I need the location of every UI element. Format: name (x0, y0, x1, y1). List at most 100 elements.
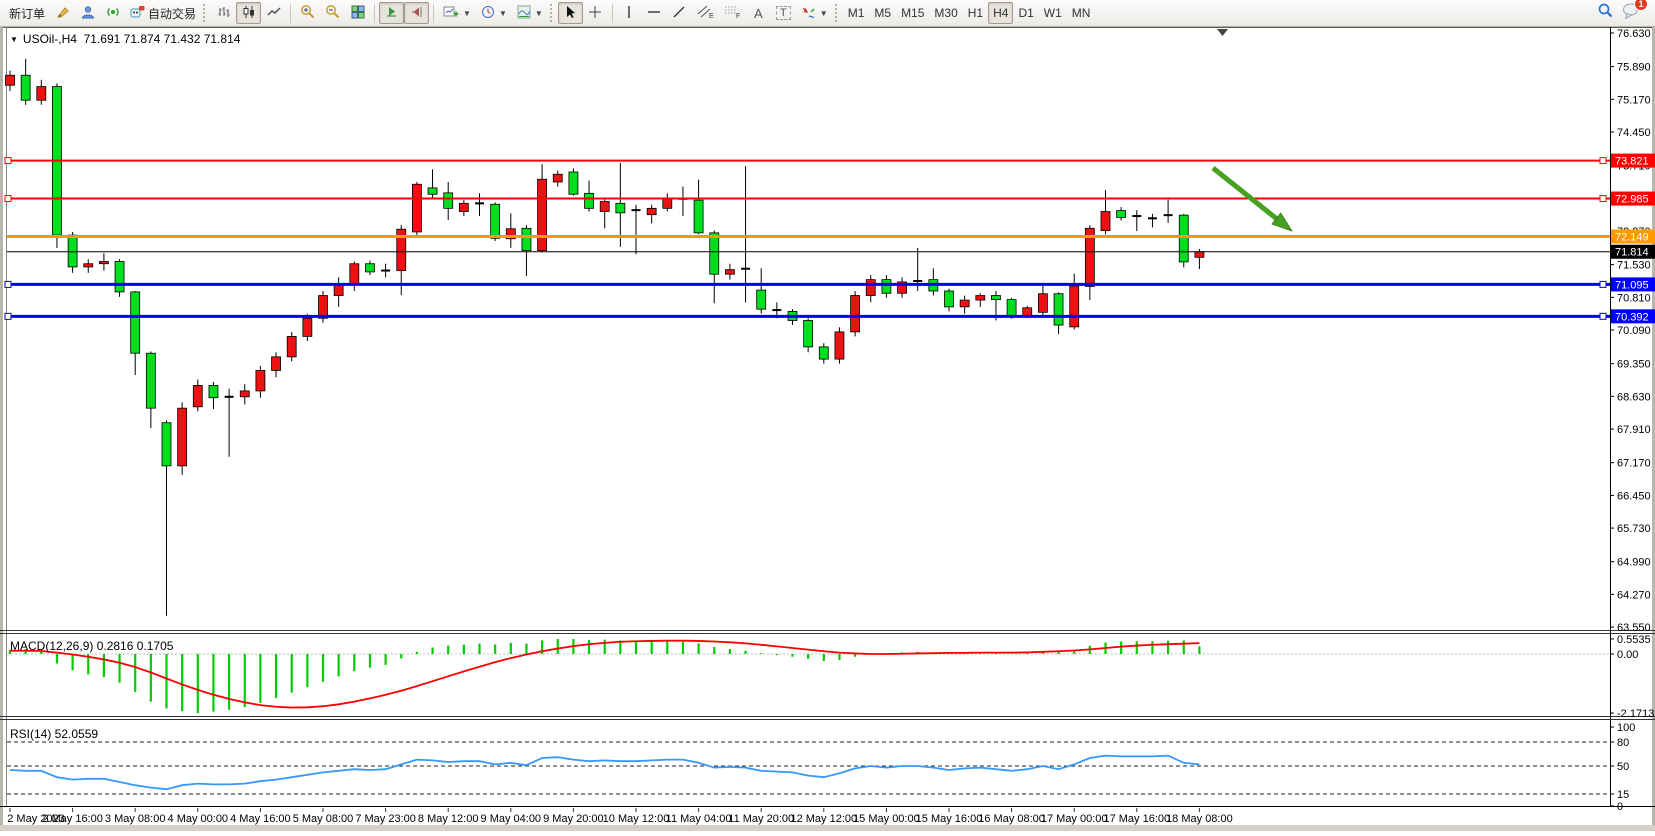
auto-scroll-icon (385, 5, 399, 22)
price-tick-label: 71.530 (1617, 260, 1651, 272)
macd-axis-label: 0.00 (1617, 649, 1638, 661)
line-handle[interactable] (1600, 158, 1606, 164)
price-tag-label: 71.095 (1615, 279, 1649, 291)
auto-scroll-button[interactable] (379, 2, 404, 24)
line-handle[interactable] (1600, 196, 1606, 202)
vertical-line-button[interactable] (617, 2, 642, 24)
search-icon[interactable] (1597, 2, 1614, 24)
price-tick-label: 63.550 (1617, 622, 1651, 634)
profile-button[interactable] (75, 2, 100, 24)
pencil-icon (56, 5, 70, 22)
chart-area: 76.63075.89075.17074.45073.71072.99072.2… (0, 27, 1655, 831)
date-label: 15 May 16:00 (916, 813, 983, 825)
crosshair-icon (588, 5, 602, 22)
toolbar-separator (374, 4, 375, 23)
toolbar-separator (433, 4, 434, 23)
candle-body (1101, 212, 1110, 231)
candle-body (1179, 215, 1188, 262)
crosshair-button[interactable] (583, 2, 608, 24)
candle-body (960, 300, 969, 307)
date-label: 4 May 00:00 (168, 813, 229, 825)
fibonacci-icon: F (724, 4, 741, 22)
signals-icon (106, 5, 120, 22)
toolbar-grip (550, 4, 554, 22)
arrows-icon (801, 5, 816, 22)
timeframe-M1[interactable]: M1 (843, 2, 870, 24)
annotation-arrow-shaft[interactable] (1213, 168, 1281, 222)
toolbar-grip (203, 4, 207, 22)
timeframe-M30[interactable]: M30 (929, 2, 962, 24)
line-handle[interactable] (5, 196, 11, 202)
price-tick-label: 66.450 (1617, 490, 1651, 502)
price-tag-label: 70.392 (1615, 311, 1649, 323)
date-label: 9 May 20:00 (543, 813, 604, 825)
trendline-button[interactable] (667, 2, 692, 24)
macd-axis-label: -2.1713 (1617, 708, 1654, 720)
fibonacci-button[interactable]: F (719, 2, 746, 24)
text-tool-icon: A (754, 6, 763, 21)
price-tick-label: 75.890 (1617, 62, 1651, 74)
candle-body (600, 202, 609, 212)
cursor-button[interactable] (558, 2, 583, 24)
vertical-line-icon (624, 5, 634, 22)
date-label: 10 May 12:00 (603, 813, 670, 825)
new-chart-button[interactable]: ▼ (438, 2, 476, 24)
candle-body (178, 408, 187, 466)
candle-doji (741, 268, 750, 270)
chevron-down-icon: ▼ (463, 9, 471, 18)
timeframe-M5[interactable]: M5 (869, 2, 896, 24)
tile-windows-icon (351, 5, 365, 22)
rsi-axis-label: 80 (1617, 737, 1629, 749)
autotrading-button[interactable]: 自动交易 (125, 2, 201, 24)
horizontal-line-button[interactable] (642, 2, 667, 24)
bar-chart-icon (217, 5, 231, 22)
chart-shift-button[interactable] (404, 2, 429, 24)
candle-body (209, 385, 218, 397)
candle-body (991, 296, 1000, 300)
zoom-in-button[interactable] (295, 2, 320, 24)
candlestick-chart-button[interactable] (236, 2, 261, 24)
date-label: 15 May 00:00 (853, 813, 920, 825)
timeframe-H4[interactable]: H4 (988, 2, 1013, 24)
text-label-button[interactable]: T (771, 2, 796, 24)
arrows-button[interactable]: ▼ (796, 2, 833, 24)
date-label: 16 May 08:00 (978, 813, 1045, 825)
candle-body (663, 199, 672, 209)
timeframe-M15[interactable]: M15 (896, 2, 929, 24)
equidistant-channel-button[interactable]: E (692, 2, 719, 24)
line-handle[interactable] (1600, 313, 1606, 319)
notifications-button[interactable]: 1 (1622, 2, 1641, 24)
signals-button[interactable] (100, 2, 125, 24)
price-tick-label: 70.090 (1617, 325, 1651, 337)
line-handle[interactable] (5, 281, 11, 287)
new-order-button[interactable]: 新订单 (4, 2, 50, 24)
candle-body (193, 385, 202, 406)
bar-chart-button[interactable] (211, 2, 236, 24)
line-handle[interactable] (5, 313, 11, 319)
candle-body (256, 370, 265, 390)
candle-doji (913, 280, 922, 282)
indicators-button[interactable]: ▼ (512, 2, 548, 24)
candle-body (1007, 300, 1016, 316)
timeframe-W1[interactable]: W1 (1039, 2, 1067, 24)
zoom-in-icon (300, 4, 315, 22)
price-tag-label: 71.814 (1615, 247, 1649, 259)
timeframe-H1[interactable]: H1 (963, 2, 988, 24)
line-handle[interactable] (5, 158, 11, 164)
timeframe-MN[interactable]: MN (1067, 2, 1096, 24)
timeframe-D1[interactable]: D1 (1013, 2, 1038, 24)
line-chart-button[interactable] (261, 2, 286, 24)
horizontal-line-icon (647, 6, 661, 21)
chevron-down-icon: ▼ (499, 9, 507, 18)
tile-windows-button[interactable] (345, 2, 370, 24)
candle-body (1054, 294, 1063, 325)
price-tick-label: 70.810 (1617, 292, 1651, 304)
new-order-label: 新订单 (9, 5, 45, 22)
line-handle[interactable] (1600, 281, 1606, 287)
text-tool-button[interactable]: A (746, 2, 771, 24)
date-label: 5 May 08:00 (293, 813, 354, 825)
pencil-button[interactable] (50, 2, 75, 24)
periods-button[interactable]: ▼ (476, 2, 512, 24)
window-bottom-strip (0, 825, 1655, 831)
zoom-out-button[interactable] (320, 2, 345, 24)
